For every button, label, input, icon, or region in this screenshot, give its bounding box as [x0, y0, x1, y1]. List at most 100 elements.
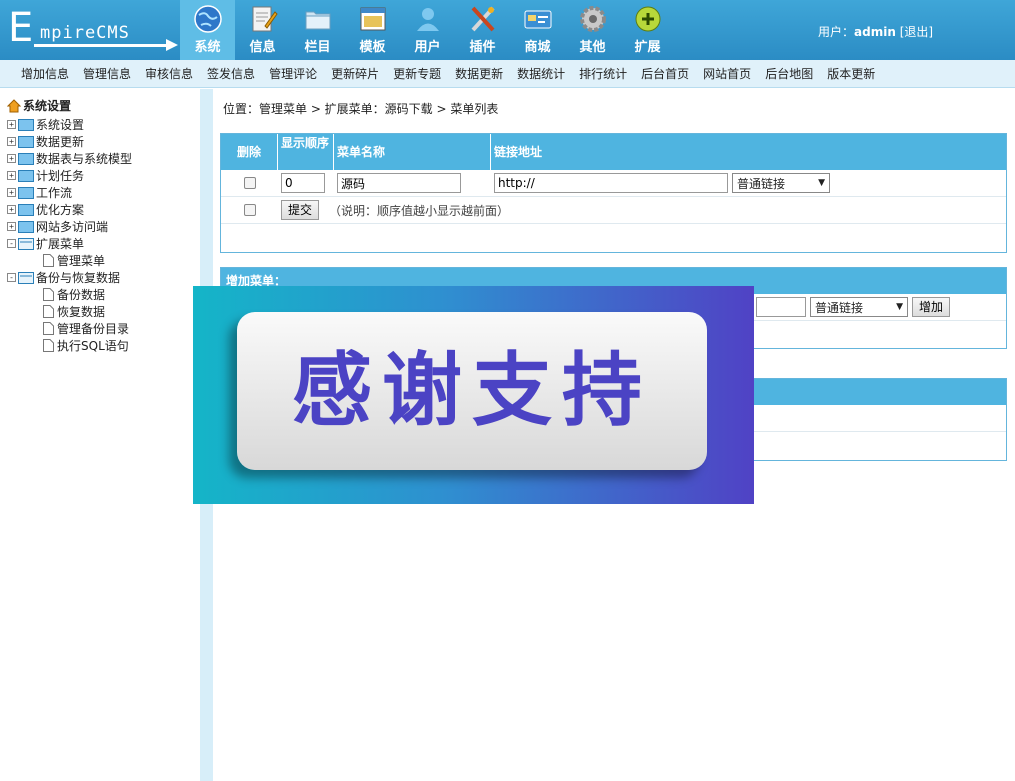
nav-label: 系统 — [194, 40, 221, 55]
gear-icon — [579, 6, 606, 32]
submit-row: 提交 （说明：顺序值越小显示越前面） — [221, 197, 1006, 224]
subnav-update-topics[interactable]: 更新专题 — [386, 60, 448, 87]
menu-tree: + 系统设置 + 数据更新 + 数据表与系统模型 + 计划任务 + 工作流 + … — [7, 116, 132, 354]
tree-root[interactable]: 系统设置 — [7, 97, 71, 114]
nav-extend[interactable]: 扩展 — [620, 0, 675, 60]
col-link: 链接地址 — [494, 145, 543, 159]
tree-node-run-sql[interactable]: 执行SQL语句 — [7, 337, 132, 354]
tree-node-multi-access[interactable]: + 网站多访问端 — [7, 218, 132, 235]
submit-button[interactable]: 提交 — [281, 200, 320, 220]
main-nav: 系统 信息 栏目 模板 用户 插件 商城 其他 扩展 — [180, 0, 675, 60]
window-icon — [360, 7, 385, 31]
link-url-input[interactable] — [494, 173, 728, 193]
breadcrumb: 位置：管理菜单 > 扩展菜单：源码下载 > 菜单列表 — [223, 102, 499, 116]
nav-other[interactable]: 其他 — [565, 0, 620, 60]
nav-user[interactable]: 用户 — [400, 0, 455, 60]
subnav-admin-map[interactable]: 后台地图 — [758, 60, 820, 87]
tree-node-label: 数据更新 — [36, 135, 85, 149]
link-cell: 普通链接 ▼ — [491, 173, 1006, 193]
select-all-checkbox[interactable] — [243, 204, 256, 216]
add-link-url-input[interactable] — [755, 297, 806, 317]
empirecms-logo[interactable]: E mpireCMS — [6, 6, 178, 54]
nav-template[interactable]: 模板 — [345, 0, 400, 60]
tree-node-system-settings[interactable]: + 系统设置 — [7, 116, 132, 133]
expand-icon[interactable]: + — [7, 222, 16, 231]
tree-node-backup-data[interactable]: 备份数据 — [7, 286, 132, 303]
tree-node-label: 备份与恢复数据 — [36, 271, 121, 285]
nav-column[interactable]: 栏目 — [290, 0, 345, 60]
nav-label: 商城 — [524, 40, 551, 55]
document-icon — [43, 305, 54, 318]
tree-node-label: 扩展菜单 — [36, 237, 85, 251]
subnav-review-info[interactable]: 审核信息 — [138, 60, 200, 87]
subnav-data-update[interactable]: 数据更新 — [448, 60, 510, 87]
subnav-site-home[interactable]: 网站首页 — [696, 60, 758, 87]
tree-node-data-update[interactable]: + 数据更新 — [7, 133, 132, 150]
nav-plugin[interactable]: 插件 — [455, 0, 510, 60]
add-button[interactable]: 增加 — [911, 297, 950, 317]
expand-icon[interactable]: + — [7, 188, 16, 197]
expand-icon[interactable]: + — [7, 171, 16, 180]
expand-icon[interactable]: + — [7, 120, 16, 129]
tree-node-workflow[interactable]: + 工作流 — [7, 184, 132, 201]
tree-node-manage-backup-dir[interactable]: 管理备份目录 — [7, 320, 132, 337]
folder-icon — [18, 220, 34, 233]
subnav-admin-home[interactable]: 后台首页 — [634, 60, 696, 87]
subnav-data-stats[interactable]: 数据统计 — [510, 60, 572, 87]
subnav-manage-info[interactable]: 管理信息 — [76, 60, 138, 87]
subnav-manage-comments[interactable]: 管理评论 — [262, 60, 324, 87]
tree-node-restore-data[interactable]: 恢复数据 — [7, 303, 132, 320]
tree-node-backup-restore[interactable]: - 备份与恢复数据 — [7, 269, 132, 286]
globe-icon — [193, 5, 222, 33]
subnav-update-fragments[interactable]: 更新碎片 — [324, 60, 386, 87]
tree-node-label: 系统设置 — [36, 118, 85, 132]
user-name: admin — [854, 25, 896, 39]
user-info: 用户：admin [退出] — [818, 23, 933, 40]
delete-checkbox[interactable] — [243, 177, 256, 189]
add-link-type-value: 普通链接 — [814, 300, 863, 315]
tree-node-manage-menu[interactable]: 管理菜单 — [7, 252, 132, 269]
subnav-version-update[interactable]: 版本更新 — [820, 60, 882, 87]
nav-info[interactable]: 信息 — [235, 0, 290, 60]
col-delete: 删除 — [221, 134, 278, 170]
document-icon — [43, 322, 54, 335]
sidebar: 系统设置 + 系统设置 + 数据更新 + 数据表与系统模型 + 计划任务 + 工… — [0, 89, 200, 781]
tree-node-label: 备份数据 — [57, 288, 106, 302]
col-order: 显示顺序 — [278, 134, 334, 170]
delete-cell — [221, 177, 278, 189]
folder-icon — [18, 118, 34, 131]
nav-label: 栏目 — [304, 40, 331, 55]
sub-nav: 增加信息 管理信息 审核信息 签发信息 管理评论 更新碎片 更新专题 数据更新 … — [0, 60, 1015, 88]
tree-node-label: 管理菜单 — [57, 254, 106, 268]
tools-icon — [471, 6, 494, 32]
nav-system[interactable]: 系统 — [180, 0, 235, 60]
tree-node-scheduled-tasks[interactable]: + 计划任务 — [7, 167, 132, 184]
expand-icon[interactable]: + — [7, 137, 16, 146]
subnav-rank-stats[interactable]: 排行统计 — [572, 60, 634, 87]
dropdown-arrow-icon: ▼ — [818, 178, 825, 188]
subnav-issue-info[interactable]: 签发信息 — [200, 60, 262, 87]
order-input[interactable] — [281, 173, 325, 193]
expand-icon[interactable]: + — [7, 154, 16, 163]
link-type-select[interactable]: 普通链接 ▼ — [732, 173, 830, 193]
add-link-type-select[interactable]: 普通链接 ▼ — [809, 297, 908, 317]
menu-name-input[interactable] — [337, 173, 461, 193]
tree-node-optimization[interactable]: + 优化方案 — [7, 201, 132, 218]
collapse-icon[interactable]: - — [7, 273, 16, 282]
subnav-add-info[interactable]: 增加信息 — [14, 60, 76, 87]
menu-list-panel: 删除 显示顺序 菜单名称 链接地址 普通链接 ▼ — [220, 133, 1007, 253]
tree-node-label: 数据表与系统模型 — [36, 152, 133, 166]
nav-shop[interactable]: 商城 — [510, 0, 565, 60]
logout-link[interactable]: [退出] — [900, 25, 933, 39]
tree-node-extend-menu[interactable]: - 扩展菜单 — [7, 235, 132, 252]
expand-icon[interactable]: + — [7, 205, 16, 214]
folder-icon — [18, 152, 34, 165]
document-pen-icon — [252, 6, 278, 32]
tree-node-label: 网站多访问端 — [36, 220, 109, 234]
nav-label: 信息 — [249, 40, 276, 55]
folder-icon — [18, 135, 34, 148]
card-icon — [524, 10, 551, 29]
tree-node-tables-models[interactable]: + 数据表与系统模型 — [7, 150, 132, 167]
collapse-icon[interactable]: - — [7, 239, 16, 248]
tree-node-label: 优化方案 — [36, 203, 85, 217]
